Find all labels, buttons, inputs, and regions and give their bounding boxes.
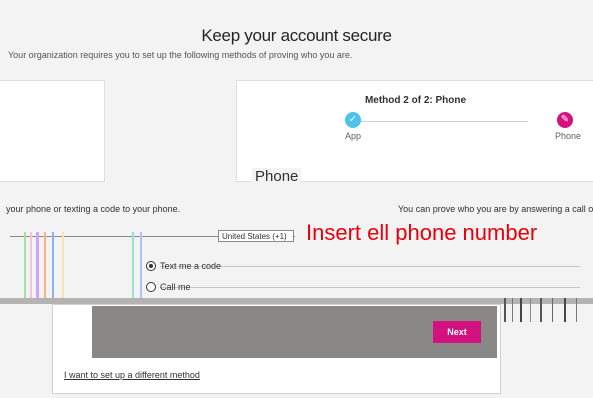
glitch-stripes-right: [504, 298, 577, 322]
left-card: [0, 80, 105, 182]
country-select[interactable]: United States (+1): [218, 230, 294, 242]
pencil-icon: ✎: [557, 112, 573, 128]
radio-label: Call me: [160, 282, 191, 292]
radio-text-me-a-code[interactable]: Text me a code: [146, 259, 221, 273]
phone-heading: Phone: [252, 168, 302, 185]
phone-description-left: your phone or texting a code to your pho…: [6, 204, 181, 214]
step-connector: [350, 121, 528, 122]
method-label: Method 2 of 2: Phone: [364, 95, 467, 106]
radio-button[interactable]: [146, 261, 156, 271]
phone-description-right: You can prove who you are by answering a…: [398, 204, 593, 214]
annotation-text: Insert ell phone number: [306, 220, 538, 245]
divider: [160, 287, 580, 288]
radio-call-me[interactable]: Call me: [146, 280, 191, 294]
step-label-phone: Phone: [555, 131, 582, 141]
next-button[interactable]: Next: [433, 321, 481, 343]
divider: [160, 266, 580, 267]
glitch-stripes: [24, 232, 142, 302]
check-icon: ✓: [345, 112, 361, 128]
page-subtitle: Your organization requires you to set up…: [8, 50, 353, 60]
page-title: Keep your account secure: [201, 26, 392, 45]
different-method-link[interactable]: I want to set up a different method: [64, 370, 200, 380]
radio-label: Text me a code: [160, 261, 222, 271]
step-label-app: App: [345, 131, 362, 141]
radio-button[interactable]: [146, 282, 156, 292]
method-card: Method 2 of 2: Phone ✓ ✎ App Phone: [236, 80, 593, 182]
